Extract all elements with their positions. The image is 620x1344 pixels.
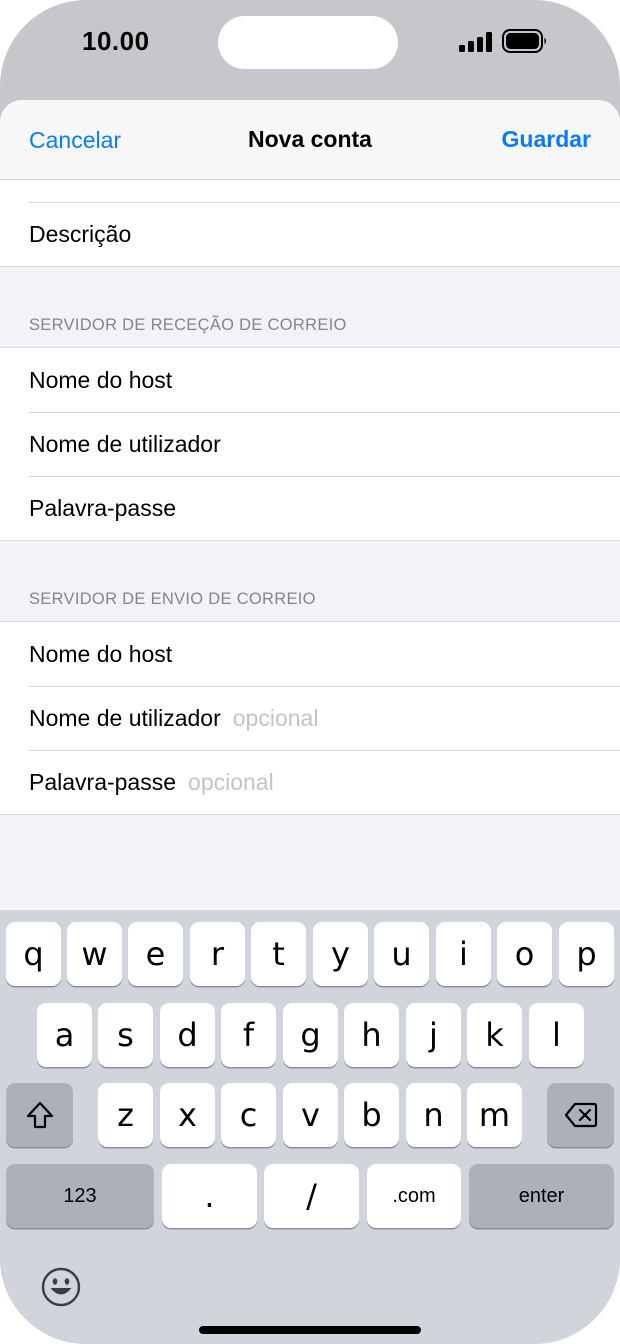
outgoing-username-placeholder: opcional (232, 704, 319, 731)
outgoing-password-label: Palavra-passe (29, 768, 177, 795)
key-s[interactable]: s (98, 1003, 153, 1067)
key-f[interactable]: f (221, 1003, 276, 1067)
battery-icon (502, 29, 546, 53)
key-u[interactable]: u (374, 922, 429, 986)
outgoing-username-field[interactable]: Nome de utilizador opcional (0, 686, 620, 750)
incoming-host-label: Nome do host (29, 366, 173, 393)
account-info-group: Descrição (0, 180, 620, 266)
cellular-signal-icon (459, 32, 492, 52)
home-indicator[interactable] (199, 1326, 421, 1334)
key-z[interactable]: z (98, 1083, 153, 1147)
key-g[interactable]: g (283, 1003, 338, 1067)
outgoing-password-field[interactable]: Palavra-passe opcional (0, 750, 620, 814)
incoming-password-field[interactable]: Palavra-passe (0, 476, 620, 540)
key-h[interactable]: h (344, 1003, 399, 1067)
description-field[interactable]: Descrição (0, 203, 620, 266)
numbers-key[interactable]: 123 (6, 1164, 154, 1228)
divider (0, 814, 620, 815)
emoji-icon[interactable] (40, 1266, 82, 1308)
incoming-username-label: Nome de utilizador (29, 430, 221, 457)
outgoing-username-label: Nome de utilizador (29, 704, 221, 731)
save-button[interactable]: Guardar (502, 126, 591, 153)
navigation-bar: Cancelar Nova conta Guardar (0, 100, 620, 180)
key-a[interactable]: a (37, 1003, 92, 1067)
new-account-sheet: Cancelar Nova conta Guardar Descrição SE… (0, 100, 620, 910)
key-j[interactable]: j (406, 1003, 461, 1067)
dynamic-island (218, 16, 398, 69)
incoming-server-header: SERVIDOR DE RECEÇÃO DE CORREIO (29, 316, 347, 334)
description-label: Descrição (29, 221, 132, 247)
status-time: 10.00 (82, 26, 150, 56)
key-e[interactable]: e (128, 922, 183, 986)
outgoing-host-label: Nome do host (29, 640, 173, 667)
dotcom-key[interactable]: .com (367, 1164, 461, 1228)
dot-key[interactable]: . (162, 1164, 257, 1228)
key-t[interactable]: t (251, 922, 306, 986)
incoming-password-label: Palavra-passe (29, 494, 177, 521)
key-y[interactable]: y (313, 922, 368, 986)
incoming-username-field[interactable]: Nome de utilizador (0, 412, 620, 476)
incoming-server-group: Nome do host Nome de utilizador Palavra-… (0, 348, 620, 540)
key-v[interactable]: v (283, 1083, 338, 1147)
key-m[interactable]: m (467, 1083, 522, 1147)
key-k[interactable]: k (467, 1003, 522, 1067)
shift-icon (26, 1101, 53, 1129)
key-l[interactable]: l (529, 1003, 584, 1067)
keyboard: q w e r t y u i o p a s d f g h j k l z … (0, 910, 620, 1344)
phone-screen: 10.00 Cancelar Nova conta Guardar Descri… (0, 0, 620, 1344)
key-i[interactable]: i (436, 922, 491, 986)
delete-key[interactable] (547, 1083, 614, 1147)
outgoing-server-group: Nome do host Nome de utilizador opcional… (0, 622, 620, 814)
key-p[interactable]: p (559, 922, 614, 986)
enter-key[interactable]: enter (469, 1164, 614, 1228)
shift-key[interactable] (6, 1083, 73, 1147)
key-b[interactable]: b (344, 1083, 399, 1147)
outgoing-password-placeholder: opcional (188, 768, 274, 795)
key-w[interactable]: w (67, 922, 122, 986)
key-n[interactable]: n (406, 1083, 461, 1147)
key-x[interactable]: x (160, 1083, 215, 1147)
key-r[interactable]: r (190, 922, 245, 986)
key-c[interactable]: c (221, 1083, 276, 1147)
slash-key[interactable]: / (264, 1164, 359, 1228)
key-q[interactable]: q (6, 922, 61, 986)
key-d[interactable]: d (160, 1003, 215, 1067)
key-o[interactable]: o (497, 922, 552, 986)
outgoing-server-header: SERVIDOR DE ENVIO DE CORREIO (29, 590, 316, 608)
outgoing-host-field[interactable]: Nome do host (0, 622, 620, 686)
delete-icon (564, 1102, 597, 1128)
incoming-host-field[interactable]: Nome do host (0, 348, 620, 412)
